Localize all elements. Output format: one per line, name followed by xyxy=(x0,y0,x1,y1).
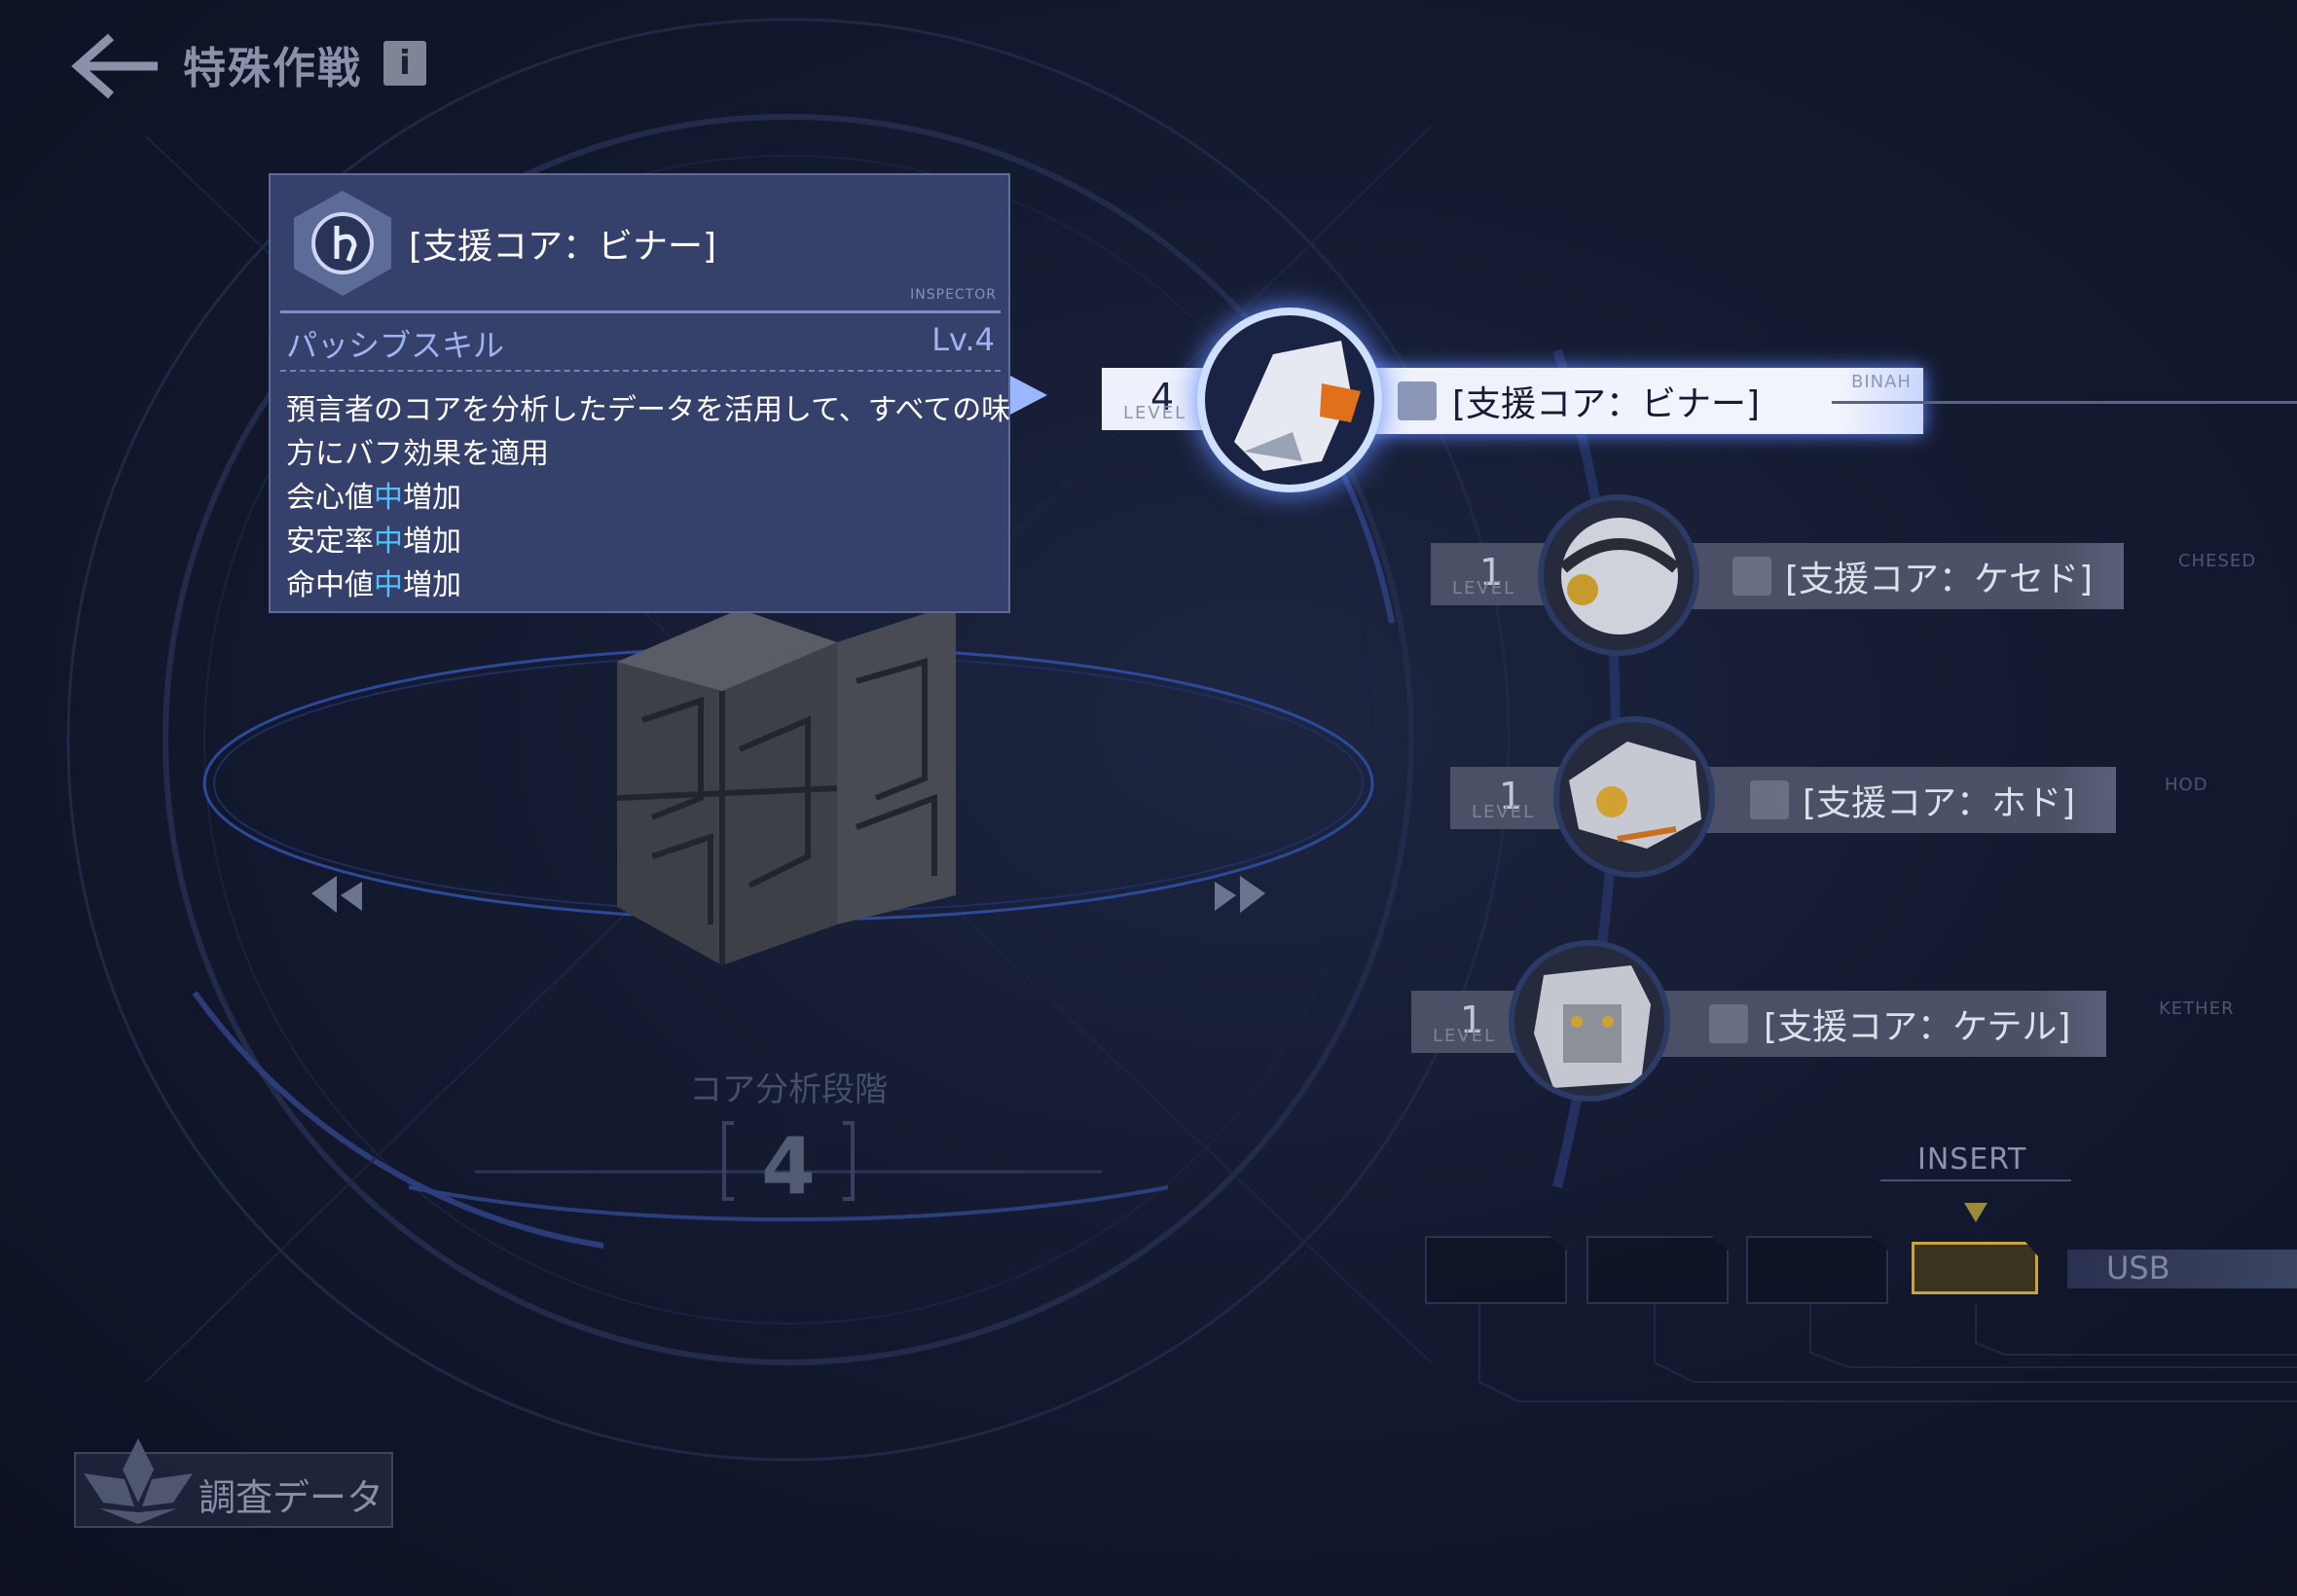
usb-slot[interactable] xyxy=(1425,1236,1567,1304)
core-code-tag: CHESED xyxy=(2178,551,2257,571)
page-title: 特殊作戦 xyxy=(183,44,362,93)
effect-stat: 安定率 xyxy=(286,525,374,559)
level-tag: LEVEL xyxy=(1433,1026,1497,1046)
hod-core-image xyxy=(1569,742,1701,849)
level-tag: LEVEL xyxy=(1452,578,1516,598)
core-code-tag: HOD xyxy=(2165,775,2208,795)
chesed-core-image xyxy=(1559,518,1680,635)
effect-line: 安定率中増加 xyxy=(286,517,461,560)
core-connector-line xyxy=(1832,401,2297,404)
back-button[interactable] xyxy=(68,29,175,103)
skill-level-label: Lv.4 xyxy=(931,321,995,358)
tooltip-divider xyxy=(280,310,1001,313)
usb-slot[interactable] xyxy=(1746,1236,1888,1304)
core-item-kether[interactable]: 1 LEVEL [支援コア：ケテル] KETHER xyxy=(1411,940,2297,1102)
core-portrait xyxy=(1538,494,1699,656)
level-tag: LEVEL xyxy=(1472,802,1536,822)
skill-description-line1: 預言者のコアを分析したデータを活用して、すべての味 xyxy=(286,393,1011,427)
core-name: [支援コア：ケテル] xyxy=(1764,1007,2071,1047)
core-name: [支援コア：ケセド] xyxy=(1785,560,2094,599)
binah-emblem-icon xyxy=(294,191,391,296)
analysis-stage-value: 4 xyxy=(761,1121,816,1212)
core-item-binah[interactable]: 4 LEVEL [支援コア：ビナー] BINAH xyxy=(1102,308,2297,492)
insert-label: INSERT xyxy=(1917,1143,2027,1177)
level-tag: LEVEL xyxy=(1123,403,1187,423)
previous-arrow-icon[interactable] xyxy=(310,874,364,915)
leaf-emblem-icon xyxy=(84,1438,193,1524)
insert-arrow-icon xyxy=(1964,1203,1987,1222)
skill-description-line2: 方にバフ効果を適用 xyxy=(286,437,549,471)
research-data-button[interactable]: 調査データ xyxy=(74,1438,393,1528)
skill-type-label: パッシブスキル xyxy=(286,327,505,364)
research-data-label: 調査データ xyxy=(199,1476,384,1519)
inspector-tag: INSPECTOR xyxy=(910,287,997,303)
core-cube-model xyxy=(616,603,956,965)
core-portrait xyxy=(1509,940,1670,1102)
insert-underline xyxy=(1880,1179,2071,1181)
tooltip-dashed-divider xyxy=(280,370,1001,372)
back-arrow-icon xyxy=(71,33,158,99)
effect-stat: 命中値 xyxy=(286,568,374,602)
effect-suffix: 増加 xyxy=(403,568,461,602)
core-name: [支援コア：ホド] xyxy=(1803,783,2076,823)
next-arrow-icon[interactable] xyxy=(1213,874,1267,915)
skill-tooltip: [支援コア：ビナー] INSPECTOR パッシブスキル Lv.4 預言者のコア… xyxy=(269,173,1010,613)
effect-stat: 会心値 xyxy=(286,481,374,515)
core-portrait xyxy=(1197,308,1382,492)
effect-suffix: 増加 xyxy=(403,525,461,559)
info-icon[interactable]: i xyxy=(383,41,426,86)
tooltip-title: [支援コア：ビナー] xyxy=(409,227,717,267)
passive-icon xyxy=(1709,1004,1748,1043)
core-item-chesed[interactable]: 1 LEVEL [支援コア：ケセド] CHESED xyxy=(1431,494,2297,656)
core-code-tag: KETHER xyxy=(2159,998,2235,1019)
passive-icon xyxy=(1398,381,1437,420)
passive-icon xyxy=(1732,557,1771,596)
core-name: [支援コア：ビナー] xyxy=(1452,384,1761,424)
usb-slot[interactable] xyxy=(1586,1236,1729,1304)
effect-suffix: 増加 xyxy=(403,481,461,515)
effect-line: 会心値中増加 xyxy=(286,473,461,516)
core-item-hod[interactable]: 1 LEVEL [支援コア：ホド] HOD xyxy=(1450,716,2297,878)
tooltip-pointer-icon xyxy=(1010,376,1047,415)
binah-core-image xyxy=(1234,341,1361,471)
usb-label: USB xyxy=(2106,1250,2170,1287)
effect-amount: 中 xyxy=(374,568,403,602)
effect-amount: 中 xyxy=(374,525,403,559)
passive-icon xyxy=(1750,780,1789,819)
core-portrait xyxy=(1553,716,1715,878)
analysis-stage-label: コア分析段階 xyxy=(689,1070,888,1109)
effect-amount: 中 xyxy=(374,481,403,515)
core-code-tag: BINAH xyxy=(1851,372,1912,392)
effect-line: 命中値中増加 xyxy=(286,561,461,603)
kether-core-image xyxy=(1534,965,1651,1088)
usb-bar xyxy=(2067,1250,2297,1288)
usb-slot-active[interactable] xyxy=(1912,1242,2038,1294)
